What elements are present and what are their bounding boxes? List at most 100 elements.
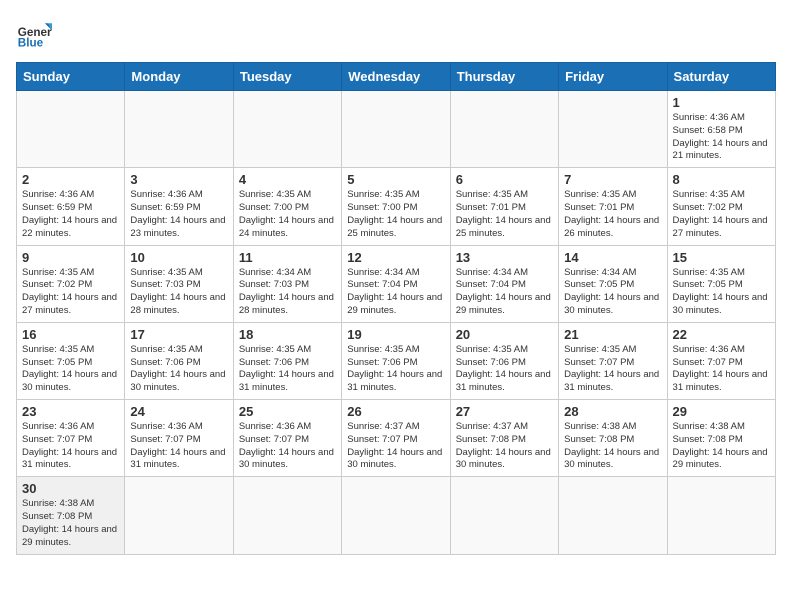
weekday-header-saturday: Saturday [667,63,775,91]
day-info: Sunrise: 4:37 AM Sunset: 7:08 PM Dayligh… [456,421,553,472]
day-number: 8 [673,172,770,187]
day-number: 9 [22,250,119,265]
day-info: Sunrise: 4:38 AM Sunset: 7:08 PM Dayligh… [22,498,119,549]
week-row-0: 1Sunrise: 4:36 AM Sunset: 6:58 PM Daylig… [17,91,776,168]
day-number: 19 [347,327,444,342]
calendar-cell [233,477,341,554]
calendar-cell: 7 Sunrise: 4:35 AM Sunset: 7:01 PM Daylig… [559,168,667,245]
calendar-cell [559,477,667,554]
day-number: 15 [673,250,770,265]
day-info: Sunrise: 4:36 AM Sunset: 6:59 PM Dayligh… [130,189,227,240]
day-info: Sunrise: 4:35 AM Sunset: 7:02 PM Dayligh… [673,189,770,240]
calendar-cell: 12Sunrise: 4:34 AM Sunset: 7:04 PM Dayli… [342,245,450,322]
calendar-cell [559,91,667,168]
weekday-header-wednesday: Wednesday [342,63,450,91]
day-number: 17 [130,327,227,342]
day-info: Sunrise: 4:34 AM Sunset: 7:04 PM Dayligh… [347,267,444,318]
calendar-cell: 9 Sunrise: 4:35 AM Sunset: 7:02 PM Daylig… [17,245,125,322]
day-info: Sunrise: 4:35 AM Sunset: 7:06 PM Dayligh… [456,344,553,395]
day-info: Sunrise: 4:35 AM Sunset: 7:06 PM Dayligh… [347,344,444,395]
calendar-cell [125,477,233,554]
calendar-cell: 19 Sunrise: 4:35 AM Sunset: 7:06 PM Dayli… [342,322,450,399]
calendar-cell [667,477,775,554]
day-number: 24 [130,404,227,419]
svg-text:Blue: Blue [18,37,44,50]
logo: General Blue [16,16,52,52]
day-info: Sunrise: 4:35 AM Sunset: 7:05 PM Dayligh… [22,344,119,395]
calendar-cell: 16 Sunrise: 4:35 AM Sunset: 7:05 PM Dayli… [17,322,125,399]
day-info: Sunrise: 4:36 AM Sunset: 7:07 PM Dayligh… [130,421,227,472]
calendar-cell: 30 Sunrise: 4:38 AM Sunset: 7:08 PM Dayli… [17,477,125,554]
day-number: 30 [22,481,119,496]
day-number: 22 [673,327,770,342]
calendar-cell: 17Sunrise: 4:35 AM Sunset: 7:06 PM Dayli… [125,322,233,399]
calendar-cell: 24 Sunrise: 4:36 AM Sunset: 7:07 PM Dayli… [125,400,233,477]
weekday-header-thursday: Thursday [450,63,558,91]
day-number: 7 [564,172,661,187]
day-info: Sunrise: 4:37 AM Sunset: 7:07 PM Dayligh… [347,421,444,472]
calendar-cell [233,91,341,168]
calendar-cell: 5 Sunrise: 4:35 AM Sunset: 7:00 PM Daylig… [342,168,450,245]
week-row-5: 30 Sunrise: 4:38 AM Sunset: 7:08 PM Dayli… [17,477,776,554]
day-number: 20 [456,327,553,342]
calendar-cell: 18Sunrise: 4:35 AM Sunset: 7:06 PM Dayli… [233,322,341,399]
calendar-cell: 22 Sunrise: 4:36 AM Sunset: 7:07 PM Dayli… [667,322,775,399]
day-number: 27 [456,404,553,419]
calendar-cell: 2 Sunrise: 4:36 AM Sunset: 6:59 PM Daylig… [17,168,125,245]
day-info: Sunrise: 4:38 AM Sunset: 7:08 PM Dayligh… [673,421,770,472]
calendar-cell: 13 Sunrise: 4:34 AM Sunset: 7:04 PM Dayli… [450,245,558,322]
calendar-cell: 26 Sunrise: 4:37 AM Sunset: 7:07 PM Dayli… [342,400,450,477]
day-info: Sunrise: 4:34 AM Sunset: 7:05 PM Dayligh… [564,267,661,318]
day-number: 5 [347,172,444,187]
day-number: 26 [347,404,444,419]
day-number: 23 [22,404,119,419]
day-number: 14 [564,250,661,265]
day-number: 13 [456,250,553,265]
day-number: 16 [22,327,119,342]
calendar-cell: 8 Sunrise: 4:35 AM Sunset: 7:02 PM Daylig… [667,168,775,245]
calendar-cell: 21Sunrise: 4:35 AM Sunset: 7:07 PM Dayli… [559,322,667,399]
day-info: Sunrise: 4:35 AM Sunset: 7:05 PM Dayligh… [673,267,770,318]
calendar-cell [450,477,558,554]
day-info: Sunrise: 4:35 AM Sunset: 7:03 PM Dayligh… [130,267,227,318]
calendar-cell: 28 Sunrise: 4:38 AM Sunset: 7:08 PM Dayli… [559,400,667,477]
day-info: Sunrise: 4:36 AM Sunset: 7:07 PM Dayligh… [22,421,119,472]
calendar-cell: 11 Sunrise: 4:34 AM Sunset: 7:03 PM Dayli… [233,245,341,322]
day-info: Sunrise: 4:34 AM Sunset: 7:03 PM Dayligh… [239,267,336,318]
calendar-cell: 25Sunrise: 4:36 AM Sunset: 7:07 PM Dayli… [233,400,341,477]
day-info: Sunrise: 4:34 AM Sunset: 7:04 PM Dayligh… [456,267,553,318]
day-number: 25 [239,404,336,419]
day-info: Sunrise: 4:35 AM Sunset: 7:02 PM Dayligh… [22,267,119,318]
day-number: 3 [130,172,227,187]
calendar-cell: 1Sunrise: 4:36 AM Sunset: 6:58 PM Daylig… [667,91,775,168]
day-info: Sunrise: 4:35 AM Sunset: 7:00 PM Dayligh… [347,189,444,240]
day-info: Sunrise: 4:35 AM Sunset: 7:01 PM Dayligh… [564,189,661,240]
calendar-cell [17,91,125,168]
calendar-cell [342,91,450,168]
day-number: 11 [239,250,336,265]
weekday-header-tuesday: Tuesday [233,63,341,91]
day-info: Sunrise: 4:35 AM Sunset: 7:06 PM Dayligh… [239,344,336,395]
calendar-cell [450,91,558,168]
weekday-header-row: SundayMondayTuesdayWednesdayThursdayFrid… [17,63,776,91]
day-number: 2 [22,172,119,187]
day-info: Sunrise: 4:35 AM Sunset: 7:01 PM Dayligh… [456,189,553,240]
day-number: 4 [239,172,336,187]
calendar-cell: 27 Sunrise: 4:37 AM Sunset: 7:08 PM Dayli… [450,400,558,477]
logo-icon: General Blue [16,16,52,52]
calendar-cell [125,91,233,168]
calendar-cell: 3 Sunrise: 4:36 AM Sunset: 6:59 PM Daylig… [125,168,233,245]
calendar-cell: 20 Sunrise: 4:35 AM Sunset: 7:06 PM Dayli… [450,322,558,399]
day-info: Sunrise: 4:36 AM Sunset: 6:59 PM Dayligh… [22,189,119,240]
day-info: Sunrise: 4:36 AM Sunset: 7:07 PM Dayligh… [673,344,770,395]
day-info: Sunrise: 4:38 AM Sunset: 7:08 PM Dayligh… [564,421,661,472]
day-number: 28 [564,404,661,419]
day-number: 21 [564,327,661,342]
day-number: 29 [673,404,770,419]
calendar-cell: 29 Sunrise: 4:38 AM Sunset: 7:08 PM Dayli… [667,400,775,477]
calendar-cell [342,477,450,554]
day-info: Sunrise: 4:35 AM Sunset: 7:00 PM Dayligh… [239,189,336,240]
week-row-2: 9 Sunrise: 4:35 AM Sunset: 7:02 PM Daylig… [17,245,776,322]
calendar-cell: 4 Sunrise: 4:35 AM Sunset: 7:00 PM Daylig… [233,168,341,245]
week-row-3: 16 Sunrise: 4:35 AM Sunset: 7:05 PM Dayli… [17,322,776,399]
